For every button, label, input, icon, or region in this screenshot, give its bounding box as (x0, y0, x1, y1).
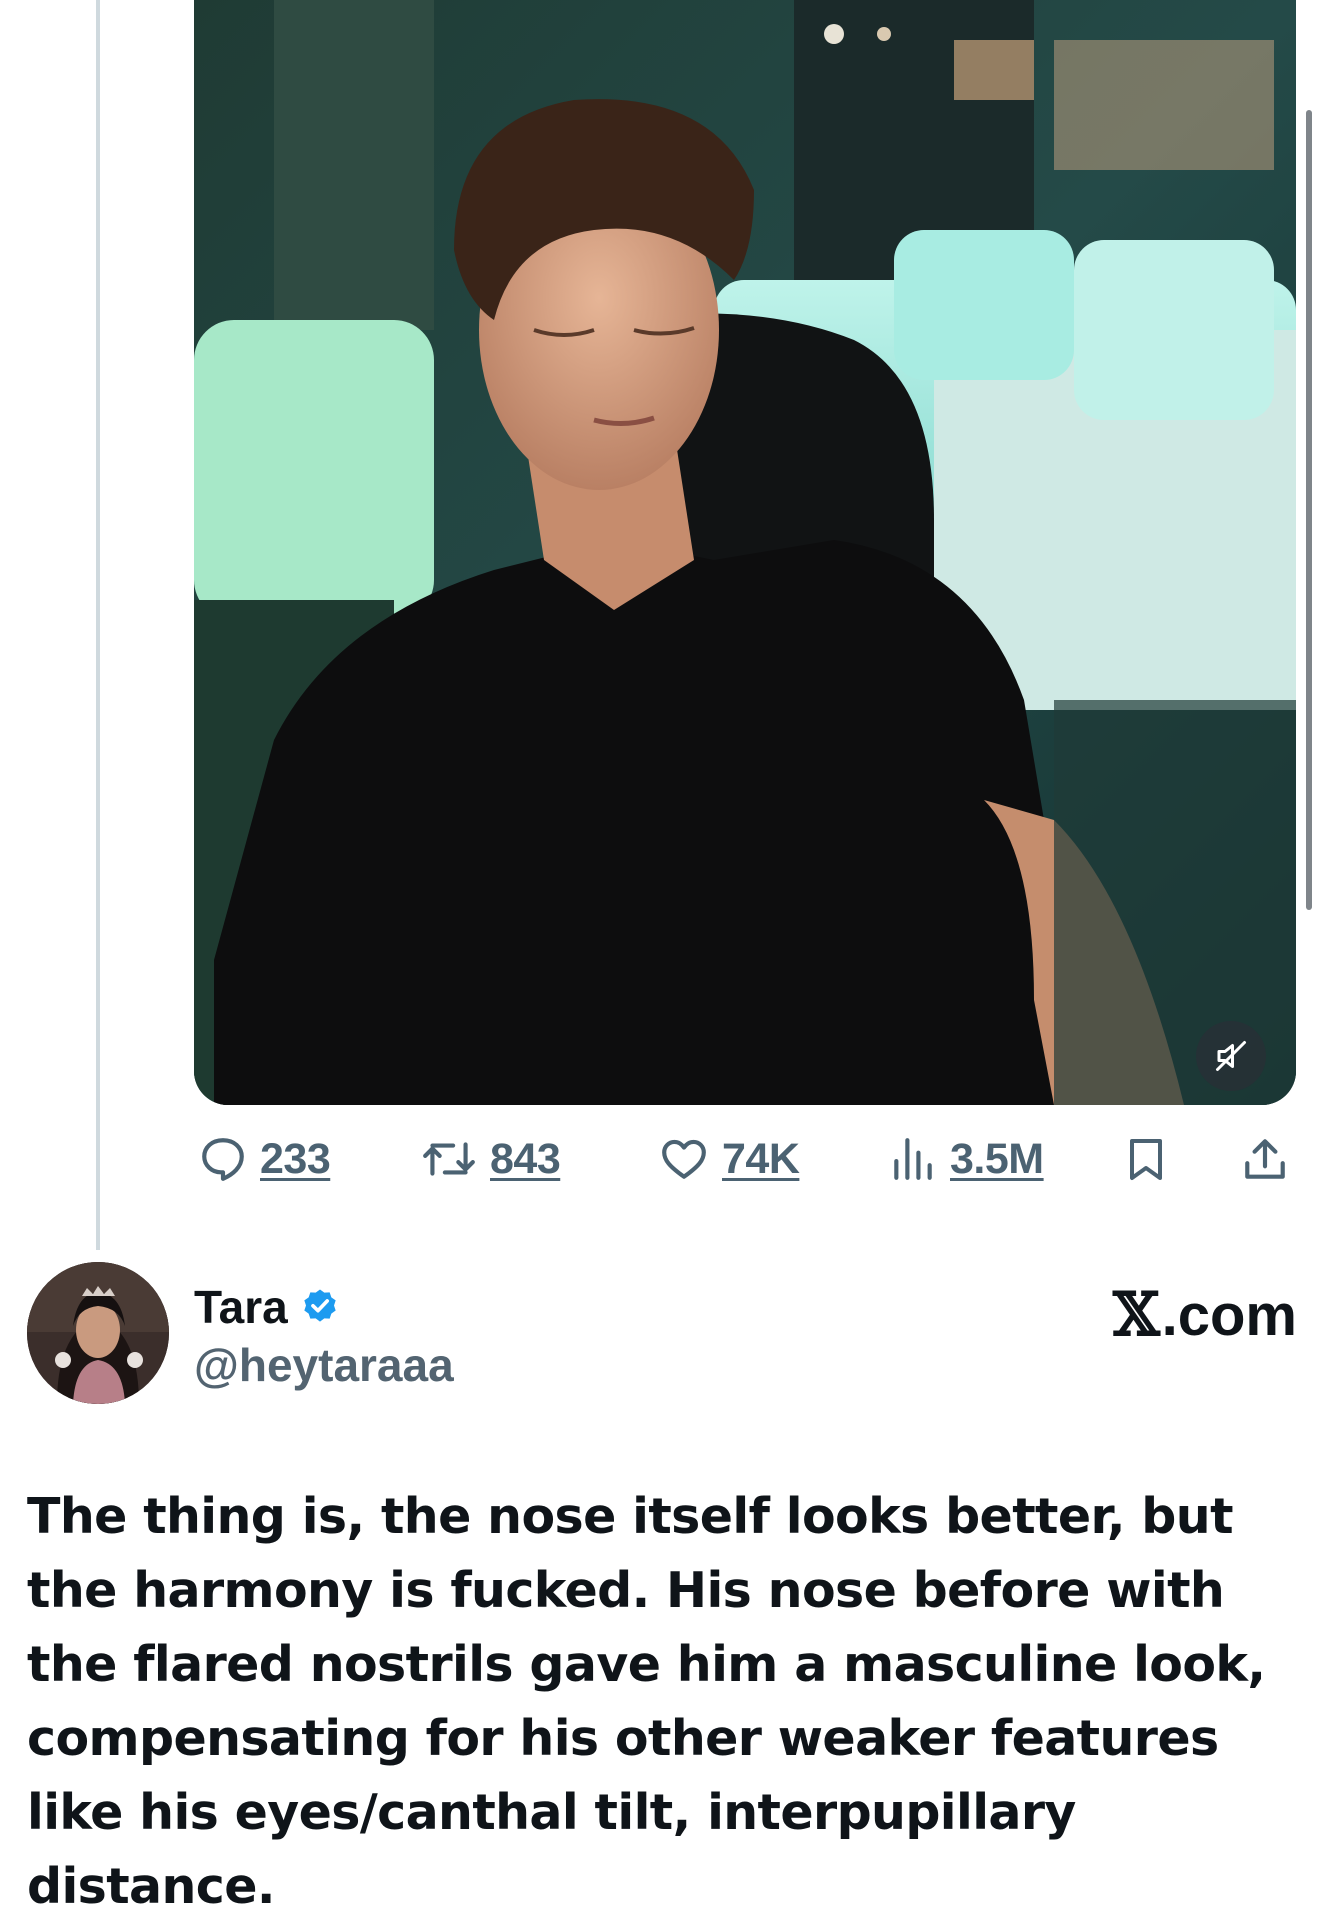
tweet-video[interactable] (194, 0, 1296, 1105)
mute-button[interactable] (1196, 1021, 1266, 1091)
share-button[interactable] (1240, 1126, 1290, 1192)
site-label[interactable]: 𝕏 .com (1113, 1280, 1297, 1350)
tweet-author: Tara @heytaraaa 𝕏 .com (27, 1262, 1297, 1412)
reply-icon (202, 1138, 244, 1181)
like-icon (662, 1139, 706, 1179)
avatar[interactable] (27, 1262, 169, 1404)
repost-button[interactable]: 843 (420, 1126, 561, 1192)
like-button[interactable]: 74K (658, 1126, 800, 1192)
site-domain: .com (1161, 1282, 1297, 1348)
reply-button[interactable]: 233 (198, 1126, 331, 1192)
repost-icon (423, 1142, 475, 1176)
bookmark-icon (1130, 1139, 1162, 1180)
reply-count: 233 (260, 1134, 331, 1183)
thread-line (96, 0, 100, 1250)
verified-badge-icon[interactable] (300, 1287, 340, 1327)
bookmark-button[interactable] (1122, 1126, 1170, 1192)
speaker-muted-icon (1216, 1041, 1246, 1071)
scrollbar[interactable] (1306, 110, 1312, 910)
x-logo-icon: 𝕏 (1113, 1280, 1160, 1350)
repost-count: 843 (490, 1134, 561, 1183)
display-name[interactable]: Tara (194, 1280, 288, 1334)
share-icon (1245, 1139, 1285, 1179)
views-button[interactable]: 3.5M (888, 1126, 1044, 1192)
display-name-row: Tara (194, 1280, 340, 1334)
views-icon (894, 1138, 932, 1180)
view-count: 3.5M (950, 1134, 1044, 1183)
tweet-text: The thing is, the nose itself looks bett… (27, 1488, 1266, 1915)
avatar-image (27, 1262, 169, 1404)
tweet-actions: 233 843 74K 3.5M (194, 1126, 1296, 1192)
author-handle[interactable]: @heytaraaa (194, 1338, 454, 1392)
like-count: 74K (722, 1134, 800, 1183)
video-frame (194, 0, 1296, 1105)
